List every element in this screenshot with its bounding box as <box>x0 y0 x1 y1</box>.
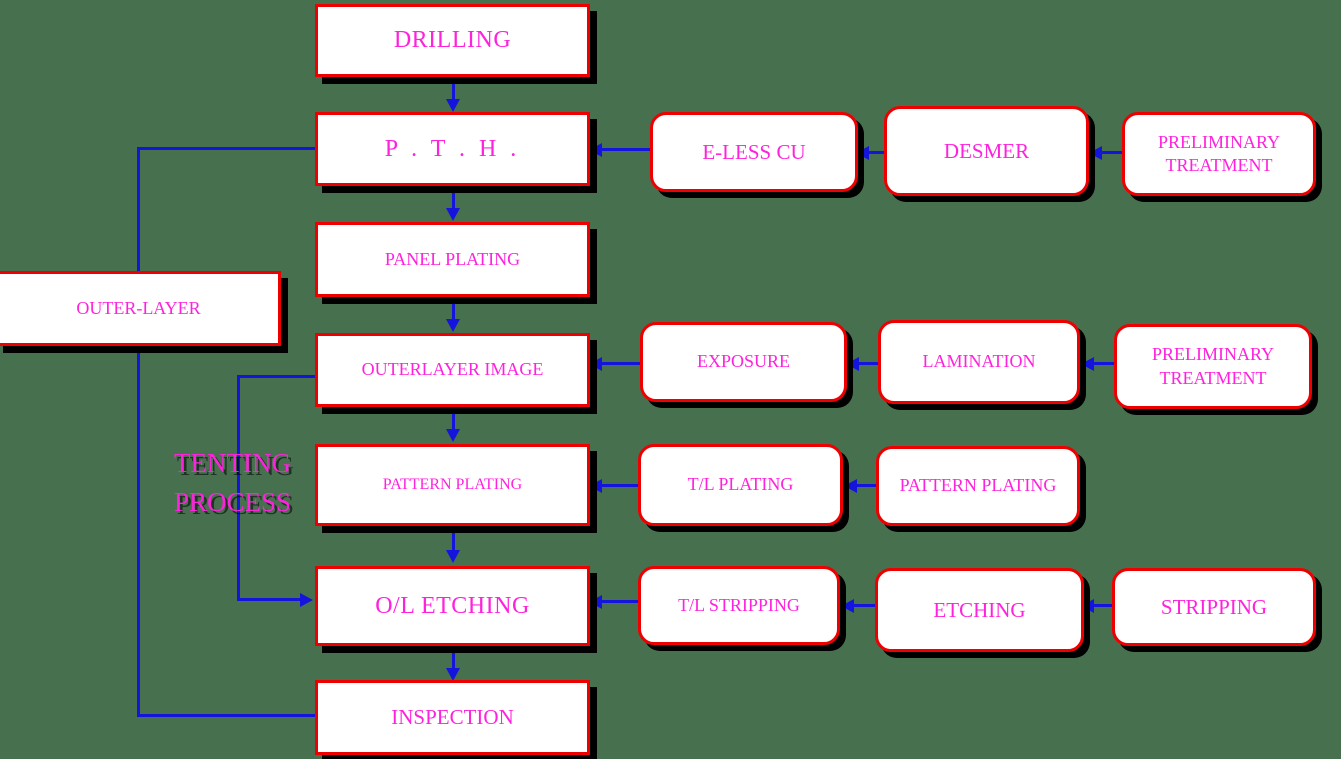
node-stripping-label: STRIPPING <box>1160 594 1268 619</box>
node-eless-cu-label: E-LESS CU <box>702 139 806 164</box>
node-desmer[interactable]: DESMER <box>884 106 1089 196</box>
node-tl-stripping[interactable]: T/L STRIPPING <box>638 566 840 645</box>
node-stripping[interactable]: STRIPPING <box>1112 568 1316 646</box>
arrowhead-prelim-2-to-lamination <box>1081 357 1094 371</box>
node-outerlayer-image[interactable]: OUTERLAYER IMAGE <box>315 333 590 407</box>
arrowhead-outerlayer-image-to-pattern-plating <box>446 429 460 442</box>
arrowhead-prelim-1-to-desmer <box>1089 146 1102 160</box>
node-inspection[interactable]: INSPECTION <box>315 680 590 755</box>
arrowhead-drilling-to-pth <box>446 99 460 112</box>
connector-eless-cu-to-pth <box>598 148 650 151</box>
node-exposure[interactable]: EXPOSURE <box>640 322 847 402</box>
node-panel-plating-label: PANEL PLATING <box>384 248 521 269</box>
node-inspection-label: INSPECTION <box>391 705 514 730</box>
arrowhead-panel-plating-to-outerlayer-image <box>446 319 460 332</box>
arrowhead-etching-to-tl-stripping <box>841 599 854 613</box>
arrowhead-lamination-to-exposure <box>846 357 859 371</box>
arrowhead-tl-stripping-to-ol-etching <box>589 595 602 609</box>
node-lamination-label: LAMINATION <box>922 351 1036 372</box>
node-ol-etching-label: O/L ETCHING <box>375 592 530 619</box>
node-outer-layer-label: OUTER-LAYER <box>76 297 201 318</box>
connector-inspection-feedback-top <box>137 147 317 150</box>
node-pth[interactable]: P . T . H . <box>315 112 590 186</box>
arrowhead-pth-to-panel-plating <box>446 208 460 221</box>
node-drilling-label: DRILLING <box>393 27 512 54</box>
node-outerlayer-image-label: OUTERLAYER IMAGE <box>361 359 544 380</box>
node-tl-plating-label: T/L PLATING <box>687 474 794 495</box>
connector-etching-to-tl-stripping <box>850 604 878 607</box>
node-panel-plating[interactable]: PANEL PLATING <box>315 222 590 297</box>
node-pattern-plating-label: PATTERN PLATING <box>382 475 523 493</box>
node-preliminary-treatment-2[interactable]: PRELIMINARY TREATMENT <box>1114 324 1312 409</box>
node-preliminary-treatment-1-label: PRELIMINARY TREATMENT <box>1157 131 1280 175</box>
connector-inspection-feedback-rail <box>137 147 140 717</box>
connector-tenting-top <box>237 375 317 378</box>
node-preliminary-treatment-2-label: PRELIMINARY TREATMENT <box>1151 344 1274 388</box>
arrowhead-tenting-to-ol-etching <box>300 593 313 607</box>
node-etching[interactable]: ETCHING <box>875 568 1084 652</box>
arrowhead-eless-cu-to-pth <box>589 143 602 157</box>
node-etching-label: ETCHING <box>933 597 1026 622</box>
flowchart-canvas: DRILLING P . T . H . PANEL PLATING OUTER… <box>0 0 1341 759</box>
node-pattern-plating-right-label: PATTERN PLATING <box>899 475 1057 496</box>
node-drilling[interactable]: DRILLING <box>315 4 590 77</box>
node-eless-cu[interactable]: E-LESS CU <box>650 112 858 192</box>
node-preliminary-treatment-1[interactable]: PRELIMINARY TREATMENT <box>1122 112 1316 196</box>
node-tl-stripping-label: T/L STRIPPING <box>678 594 800 615</box>
connector-exposure-to-outerlayer-image <box>598 362 640 365</box>
arrowhead-exposure-to-outerlayer-image <box>589 357 602 371</box>
node-pattern-plating[interactable]: PATTERN PLATING <box>315 444 590 526</box>
node-ol-etching[interactable]: O/L ETCHING <box>315 566 590 646</box>
connector-inspection-feedback-bottom <box>137 714 317 717</box>
node-lamination[interactable]: LAMINATION <box>878 320 1080 404</box>
node-exposure-label: EXPOSURE <box>696 351 790 372</box>
node-pth-label: P . T . H . <box>384 135 521 162</box>
arrowhead-tl-plating-to-pattern-plating <box>589 479 602 493</box>
caption-tenting-process: TENTING PROCESS <box>173 448 292 518</box>
arrowhead-pattern-plating-to-ol-etching <box>446 550 460 563</box>
connector-tenting-bottom <box>237 598 302 601</box>
connector-tl-stripping-to-ol-etching <box>598 600 640 603</box>
connector-tl-plating-to-pattern-plating <box>598 484 640 487</box>
node-pattern-plating-right[interactable]: PATTERN PLATING <box>876 446 1080 526</box>
node-desmer-label: DESMER <box>943 138 1030 163</box>
node-tl-plating[interactable]: T/L PLATING <box>638 444 843 526</box>
arrowhead-pattern-plating-right-to-tl-plating <box>844 479 857 493</box>
node-outer-layer[interactable]: OUTER-LAYER <box>0 271 281 346</box>
